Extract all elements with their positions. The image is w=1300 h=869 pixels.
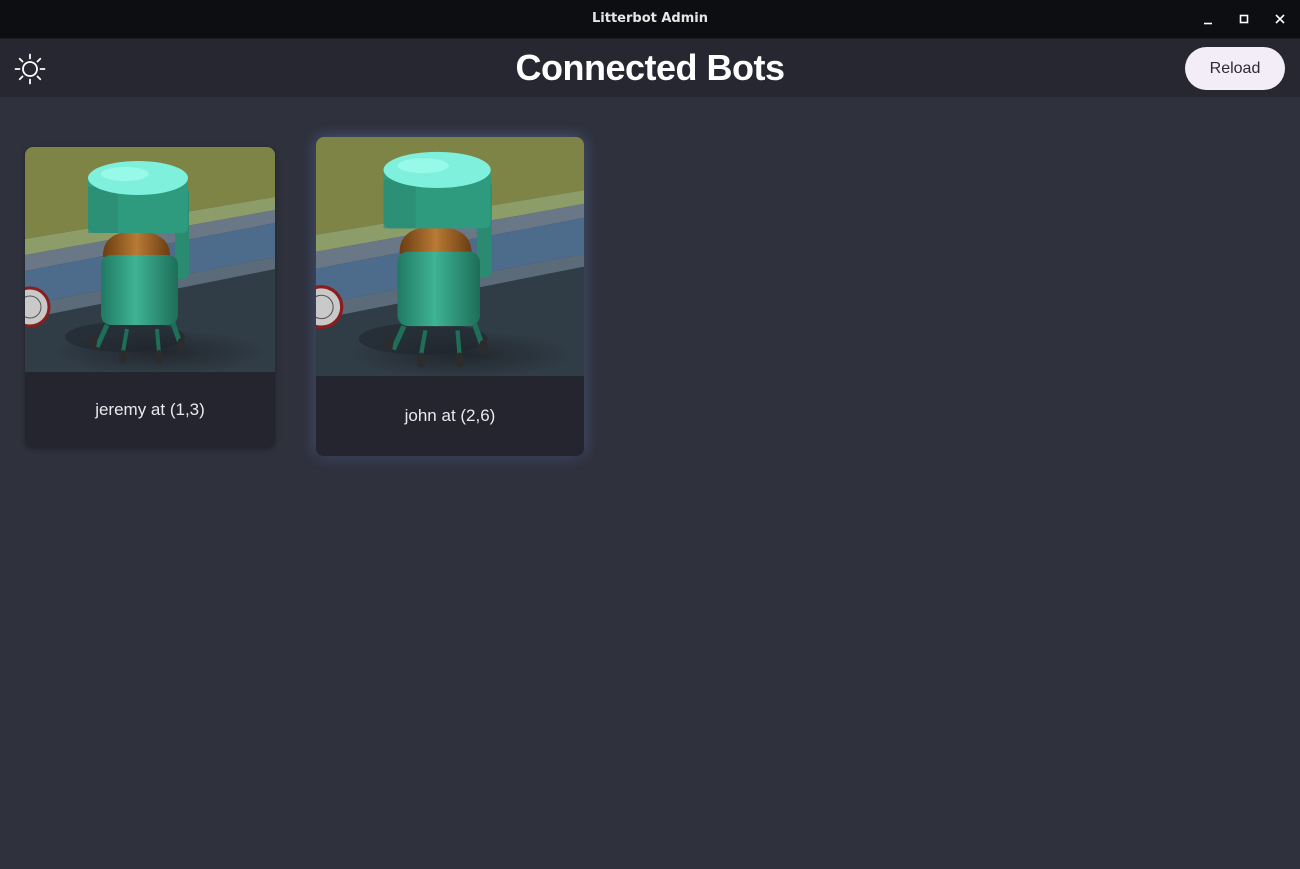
reload-button[interactable]: Reload xyxy=(1185,47,1285,90)
window-title: Litterbot Admin xyxy=(592,11,708,26)
bot-camera-image xyxy=(316,137,584,376)
app-window: Litterbot Admin Connected Bots Reload je… xyxy=(0,0,1300,869)
title-bar[interactable]: Litterbot Admin xyxy=(0,0,1300,39)
maximize-icon[interactable] xyxy=(1234,9,1254,29)
header-bar: Connected Bots Reload xyxy=(0,39,1300,97)
page-title: Connected Bots xyxy=(515,47,785,88)
minimize-icon[interactable] xyxy=(1198,9,1218,29)
bot-card-jeremy[interactable]: jeremy at (1,3) xyxy=(25,147,275,447)
close-icon[interactable] xyxy=(1270,9,1290,29)
bot-label: jeremy at (1,3) xyxy=(95,400,205,419)
bot-card-john[interactable]: john at (2,6) xyxy=(316,137,584,456)
bot-camera-image xyxy=(25,147,275,372)
bot-label: john at (2,6) xyxy=(404,406,496,425)
